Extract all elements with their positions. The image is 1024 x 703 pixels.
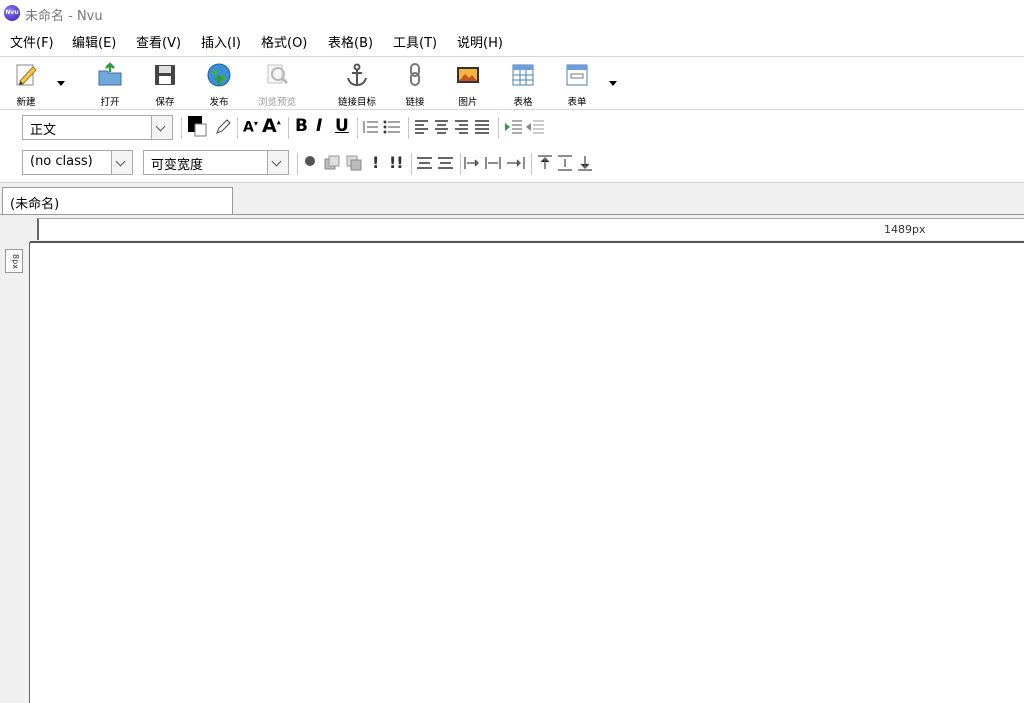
separator [288,117,289,139]
toolbar-separator [0,109,1024,110]
larger-font-icon[interactable]: A▴ [262,115,281,137]
new-button[interactable]: 新建 [1,59,51,108]
horizontal-align-buttons-icon[interactable] [464,155,528,171]
chevron-down-icon[interactable] [151,116,172,139]
spacing-buttons-icon[interactable] [416,155,456,171]
menu-format[interactable]: 格式(O) [259,32,309,51]
save-button[interactable]: 保存 [140,59,190,108]
separator [531,153,532,175]
new-dropdown-arrow-icon[interactable] [57,81,65,86]
image-button[interactable]: 图片 [443,59,493,108]
menu-file[interactable]: 文件(F) [8,32,56,51]
vertical-ruler: 8px [0,242,30,703]
table-button[interactable]: 表格 [498,59,548,108]
document-tab-strip: (未命名) [0,182,1024,215]
tab-untitled[interactable]: (未命名) [2,187,233,215]
horizontal-ruler: 1489px [37,218,1024,240]
publish-globe-icon [207,63,231,87]
paragraph-style-value: 正文 [30,123,57,138]
width-select-value: 可变宽度 [151,158,204,173]
chain-link-icon [410,63,420,86]
new-label: 新建 [16,97,36,108]
menu-edit[interactable]: 编辑(E) [70,32,118,51]
ruler-width-label: 1489px [884,223,926,236]
nvu-app-icon: Nvu [4,5,20,21]
format-toolbar: 正文 A▾ A▴ B I U [0,111,1024,145]
anchor-label: 链接目标 [337,97,376,108]
anchor-button[interactable]: 链接目标 [332,59,382,108]
width-select[interactable]: 可变宽度 [143,150,289,175]
menu-help[interactable]: 说明(H) [455,32,505,51]
separator [297,153,298,175]
edit-mode-toolbar: (no class) 可变宽度 ! !! [0,146,1024,182]
open-folder-icon [98,62,122,86]
separator [181,117,182,139]
form-button[interactable]: 表单 [552,59,602,108]
composition-toolbar: 新建 打开 保存 发布 浏览预览 链接目标 链接 图片 表格 表单 [0,57,1024,109]
open-label: 打开 [100,97,120,108]
anchor-icon [347,63,367,87]
very-important-button[interactable]: !! [389,153,404,172]
tab-label: (未命名) [10,197,60,212]
underline-button[interactable]: U [335,116,349,136]
editor-canvas[interactable] [30,243,1024,703]
ruler-area: 1489px [0,214,1024,243]
alignment-buttons-icon[interactable] [414,119,494,135]
important-button[interactable]: ! [372,153,379,172]
smaller-font-icon[interactable]: A▾ [243,119,258,136]
separator [460,153,461,175]
save-disk-icon [155,65,175,85]
form-dropdown-arrow-icon[interactable] [609,81,617,86]
layer-buttons-icon[interactable] [303,154,369,172]
separator [498,117,499,139]
link-label: 链接 [405,97,425,108]
paragraph-style-select[interactable]: 正文 [22,115,173,140]
highlight-pencil-icon[interactable] [214,118,232,136]
menu-table[interactable]: 表格(B) [326,32,375,51]
form-label: 表单 [567,97,587,108]
preview-magnifier-icon [267,64,289,85]
text-color-icon[interactable] [186,115,208,141]
table-label: 表格 [513,97,533,108]
ruler-height-label: 8px [10,254,20,269]
separator [237,117,238,139]
separator [411,153,412,175]
table-icon [512,64,534,86]
publish-button[interactable]: 发布 [194,59,244,108]
menu-insert[interactable]: 插入(I) [199,32,243,51]
class-select[interactable]: (no class) [22,150,133,175]
indent-buttons-icon[interactable] [504,119,546,135]
preview-button[interactable]: 浏览预览 [252,59,302,108]
preview-label: 浏览预览 [257,97,296,108]
vertical-align-buttons-icon[interactable] [536,154,596,172]
chevron-down-icon[interactable] [267,151,288,174]
separator [408,117,409,139]
vertical-ruler-marker[interactable]: 8px [5,249,23,273]
italic-button[interactable]: I [316,116,322,136]
window-title: 未命名 - Nvu [25,9,103,24]
bold-button[interactable]: B [295,116,308,136]
new-document-icon [16,64,37,86]
menu-tools[interactable]: 工具(T) [391,32,439,51]
save-label: 保存 [155,97,175,108]
menu-bar: 文件(F) 编辑(E) 查看(V) 插入(I) 格式(O) 表格(B) 工具(T… [0,28,1024,54]
separator [357,117,358,139]
list-buttons-icon[interactable] [362,119,402,135]
image-icon [457,67,479,83]
menu-view[interactable]: 查看(V) [134,32,183,51]
chevron-down-icon[interactable] [111,151,132,174]
title-bar: Nvu 未命名 - Nvu [0,0,1024,27]
open-button[interactable]: 打开 [85,59,135,108]
class-select-value: (no class) [30,154,93,169]
form-icon [566,64,588,86]
link-button[interactable]: 链接 [390,59,440,108]
publish-label: 发布 [209,97,229,108]
image-label: 图片 [458,97,478,108]
